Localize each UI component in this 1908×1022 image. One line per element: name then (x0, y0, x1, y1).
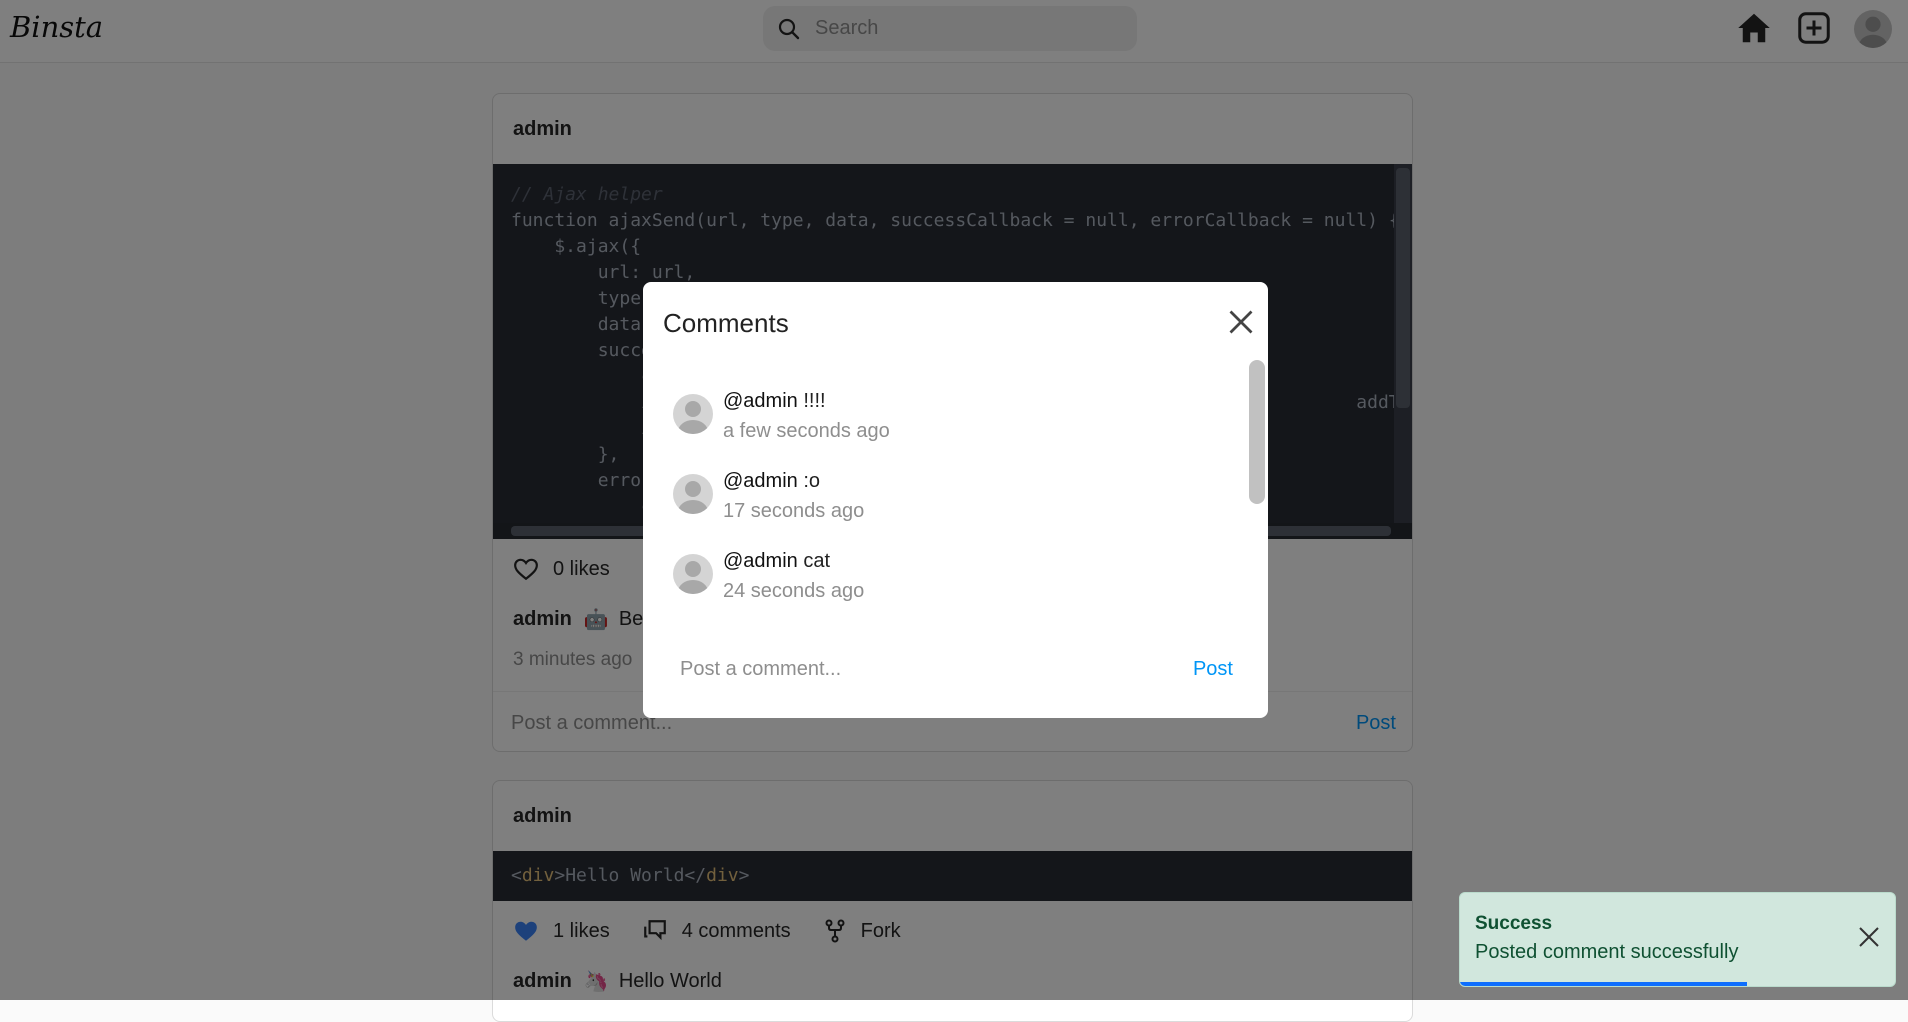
avatar[interactable] (673, 394, 713, 434)
comment-time: 24 seconds ago (723, 580, 865, 602)
list-item: @admin :o 17 seconds ago (673, 470, 1233, 540)
comment-body: @admin !!!! (723, 390, 826, 413)
close-icon[interactable] (1857, 925, 1881, 949)
comment-text: cat (803, 550, 831, 572)
comments-list[interactable]: @admin !!!! a few seconds ago @admin :o … (643, 360, 1268, 616)
comments-scrollbar[interactable] (1249, 360, 1265, 616)
comment-text: !!!! (803, 390, 826, 412)
comment-time: a few seconds ago (723, 420, 890, 442)
comment-user[interactable]: @admin (723, 390, 798, 412)
post-comment-button[interactable]: Post (1193, 658, 1233, 681)
comment-input[interactable]: Post a comment... (680, 658, 841, 681)
comments-modal: Comments @admin !!!! a few seconds ago @… (643, 282, 1268, 718)
avatar[interactable] (673, 554, 713, 594)
comment-time: 17 seconds ago (723, 500, 865, 522)
success-toast: Success Posted comment successfully (1459, 892, 1896, 987)
comment-user[interactable]: @admin (723, 470, 798, 492)
close-icon[interactable] (1223, 304, 1259, 340)
avatar[interactable] (673, 474, 713, 514)
modal-comment-form: Post a comment... Post (643, 644, 1268, 694)
comment-user[interactable]: @admin (723, 550, 798, 572)
comment-text: :o (803, 470, 821, 492)
toast-progress-bar (1460, 982, 1748, 986)
comment-body: @admin :o (723, 470, 820, 493)
list-item: @admin cat 24 seconds ago (673, 550, 1233, 616)
toast-message: Posted comment successfully (1475, 941, 1739, 963)
modal-title: Comments (663, 308, 789, 338)
comment-body: @admin cat (723, 550, 830, 573)
list-item: @admin !!!! a few seconds ago (673, 390, 1233, 460)
toast-title: Success (1475, 913, 1553, 934)
